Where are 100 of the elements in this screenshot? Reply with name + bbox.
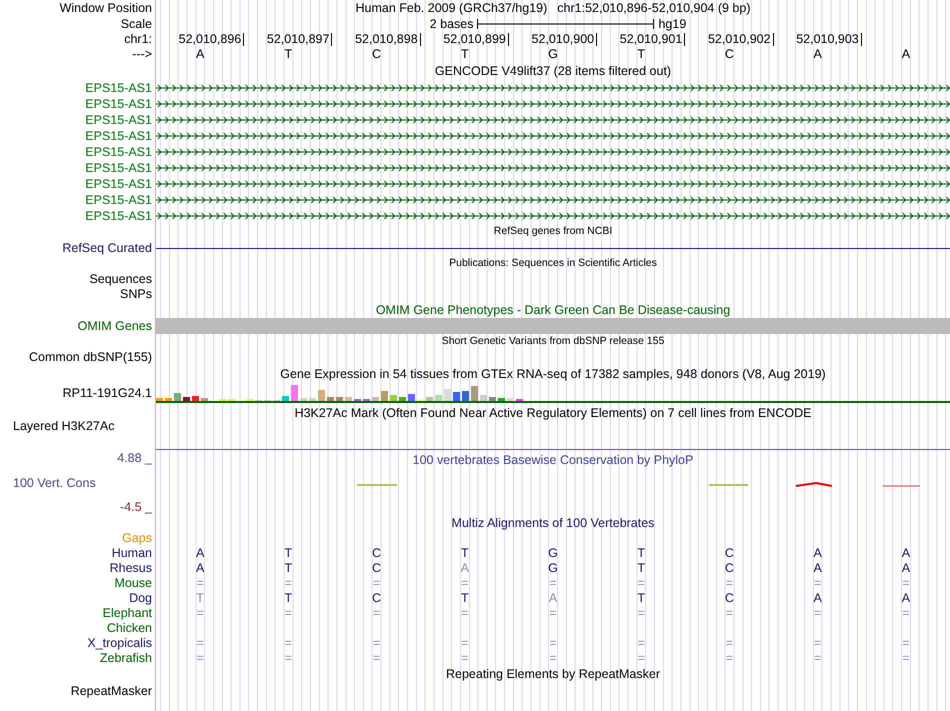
- aligned-base: =: [902, 606, 910, 621]
- track-title: Publications: Sequences in Scientific Articles: [449, 256, 657, 272]
- track-label[interactable]: Sequences: [89, 272, 152, 287]
- track-label[interactable]: SNPs: [120, 287, 152, 302]
- aligned-base: A: [196, 561, 204, 576]
- species-label[interactable]: Rhesus: [110, 561, 152, 576]
- track-label[interactable]: Common dbSNP(155): [29, 350, 152, 365]
- track-label[interactable]: EPS15-AS1: [85, 112, 152, 128]
- aligned-base: =: [638, 651, 645, 666]
- track-label[interactable]: OMIM Genes: [78, 318, 152, 334]
- coordinate-label: 52,010,901: [620, 32, 684, 47]
- base-letter: T: [460, 47, 469, 62]
- species-label[interactable]: X_tropicalis: [87, 636, 152, 651]
- coordinate-label: 52,010,900: [532, 32, 596, 47]
- track-title: Repeating Elements by RepeatMasker: [446, 666, 660, 683]
- track-title: 100 vertebrates Basewise Conservation by PhyloP: [412, 452, 694, 469]
- tick-mark: [420, 33, 421, 46]
- track-label: --->: [132, 47, 152, 62]
- aligned-base: =: [196, 636, 204, 651]
- track-title: Gene Expression in 54 tissues from GTEx RNA-seq of 17382 samples, 948 donors (V8, Aug 2019): [280, 366, 826, 383]
- aligned-base: =: [638, 606, 645, 621]
- aligned-base: A: [813, 561, 822, 576]
- track-label[interactable]: EPS15-AS1: [85, 176, 152, 192]
- track-label[interactable]: RP11-191G24.1: [62, 386, 152, 400]
- aligned-base: T: [460, 591, 469, 606]
- aligned-base: A: [902, 591, 910, 606]
- track-label: Window Position: [60, 0, 152, 16]
- aligned-base: =: [814, 606, 822, 621]
- aligned-base: =: [461, 651, 468, 666]
- aligned-base: =: [372, 651, 380, 666]
- aligned-base: A: [813, 546, 822, 561]
- aligned-base: =: [902, 576, 910, 591]
- track-label[interactable]: EPS15-AS1: [85, 128, 152, 144]
- aligned-base: =: [549, 636, 557, 651]
- species-label[interactable]: Human: [112, 546, 152, 561]
- aligned-base: =: [284, 636, 292, 651]
- coordinate-label: 52,010,898: [355, 32, 419, 47]
- track-label[interactable]: EPS15-AS1: [85, 144, 152, 160]
- aligned-base: A: [460, 561, 469, 576]
- aligned-base: =: [638, 576, 645, 591]
- base-letter: C: [724, 47, 734, 62]
- track-label[interactable]: RepeatMasker: [70, 684, 152, 698]
- species-label[interactable]: Chicken: [106, 621, 152, 636]
- axis-min-label: -4.5 _: [120, 500, 152, 515]
- species-label[interactable]: Elephant: [102, 606, 152, 621]
- track-title: Short Genetic Variants from dbSNP release 155: [442, 334, 664, 350]
- species-label[interactable]: Mouse: [114, 576, 152, 591]
- aligned-base: =: [726, 606, 734, 621]
- axis-max-label: 4.88 _: [117, 451, 152, 466]
- aligned-base: T: [637, 591, 646, 606]
- coordinate-label: 52,010,899: [443, 32, 507, 47]
- aligned-base: C: [372, 546, 382, 561]
- aligned-base: A: [548, 591, 558, 606]
- track-label[interactable]: EPS15-AS1: [85, 208, 152, 224]
- aligned-base: A: [813, 591, 822, 606]
- base-letter: T: [284, 47, 292, 62]
- aligned-base: =: [284, 576, 292, 591]
- aligned-base: G: [548, 561, 558, 576]
- base-letter: T: [637, 47, 646, 62]
- base-letter: G: [548, 47, 558, 62]
- coordinate-label: 52,010,896: [178, 32, 242, 47]
- aligned-base: =: [902, 636, 910, 651]
- track-label[interactable]: RefSeq Curated: [62, 240, 152, 256]
- coordinate-label: 52,010,902: [708, 32, 772, 47]
- aligned-base: =: [814, 636, 822, 651]
- aligned-base: =: [372, 606, 380, 621]
- track-label[interactable]: EPS15-AS1: [85, 80, 152, 96]
- aligned-base: =: [814, 576, 822, 591]
- species-label[interactable]: Zebrafish: [100, 651, 152, 666]
- coordinate-label: 52,010,897: [266, 32, 330, 47]
- aligned-base: T: [637, 546, 646, 561]
- aligned-base: =: [726, 636, 734, 651]
- track-label[interactable]: Layered H3K27Ac: [13, 419, 114, 434]
- aligned-base: T: [637, 561, 646, 576]
- track-label[interactable]: EPS15-AS1: [85, 160, 152, 176]
- aligned-base: =: [196, 576, 204, 591]
- assembly-name: Human Feb. 2009 (GRCh37/hg19): [356, 0, 548, 17]
- scale-length: 2 bases: [430, 16, 474, 33]
- base-letter: A: [902, 47, 910, 62]
- track-label[interactable]: EPS15-AS1: [85, 192, 152, 208]
- track-title: GENCODE V49lift37 (28 items filtered out): [434, 62, 672, 80]
- aligned-base: C: [372, 561, 382, 576]
- track-title: OMIM Gene Phenotypes - Dark Green Can Be Disease-causing: [376, 302, 730, 319]
- tick-mark: [508, 33, 509, 46]
- track-label[interactable]: 100 Vert. Cons: [0, 476, 96, 490]
- aligned-base: A: [196, 546, 204, 561]
- tick-mark: [243, 33, 244, 46]
- aligned-base: =: [902, 651, 910, 666]
- aligned-base: =: [461, 576, 468, 591]
- aligned-base: =: [372, 576, 380, 591]
- aligned-base: =: [549, 651, 557, 666]
- track-label[interactable]: EPS15-AS1: [85, 96, 152, 112]
- track-label: chr1:: [124, 32, 152, 47]
- aligned-base: =: [726, 576, 734, 591]
- species-label[interactable]: Dog: [129, 591, 152, 606]
- aligned-base: =: [549, 606, 557, 621]
- base-letter: A: [813, 47, 822, 62]
- track-title: H3K27Ac Mark (Often Found Near Active Regulatory Elements) on 7 cell lines from ENCODE: [294, 405, 812, 422]
- aligned-base: =: [726, 651, 734, 666]
- aligned-base: =: [638, 636, 645, 651]
